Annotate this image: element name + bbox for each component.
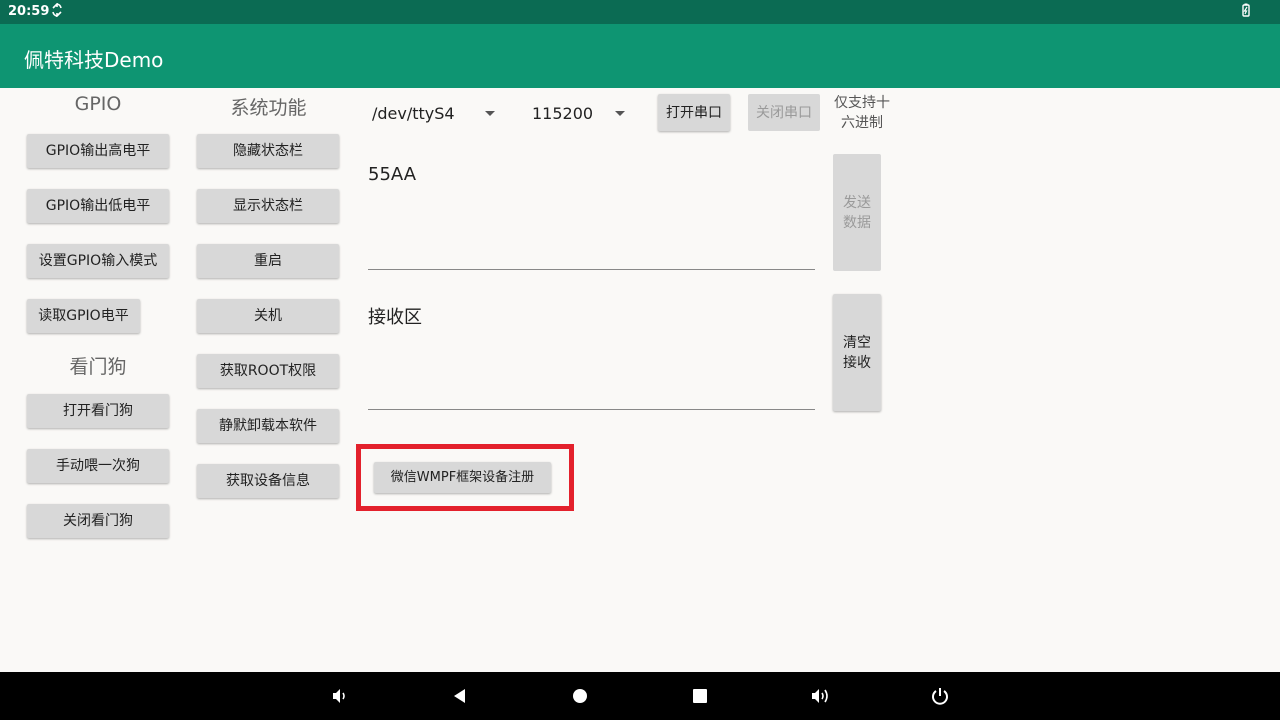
- sync-icon: [52, 2, 62, 21]
- watchdog-header: 看门狗: [69, 356, 127, 378]
- recents-icon[interactable]: [688, 684, 712, 708]
- wmpf-register-button[interactable]: 微信WMPF框架设备注册: [374, 462, 551, 493]
- back-icon[interactable]: [448, 684, 472, 708]
- chevron-down-icon[interactable]: [485, 111, 495, 116]
- navigation-bar: [0, 672, 1280, 720]
- status-bar: 20:59: [0, 0, 1280, 24]
- silent-uninstall-button[interactable]: 静默卸载本软件: [197, 409, 339, 443]
- close-port-button[interactable]: 关闭串口: [748, 94, 820, 131]
- hide-statusbar-button[interactable]: 隐藏状态栏: [197, 134, 339, 168]
- gpio-read-button[interactable]: 读取GPIO电平: [27, 299, 140, 333]
- device-info-button[interactable]: 获取设备信息: [197, 464, 339, 498]
- receive-area-text: 接收区: [368, 307, 422, 328]
- volume-up-icon[interactable]: [808, 684, 832, 708]
- open-port-button[interactable]: 打开串口: [658, 94, 730, 131]
- power-icon[interactable]: [928, 684, 952, 708]
- system-header: 系统功能: [230, 97, 307, 119]
- reboot-button[interactable]: 重启: [197, 244, 339, 278]
- get-root-button[interactable]: 获取ROOT权限: [197, 354, 339, 388]
- app-title: 佩特科技Demo: [24, 48, 164, 72]
- watchdog-open-button[interactable]: 打开看门狗: [27, 394, 169, 428]
- watchdog-close-button[interactable]: 关闭看门狗: [27, 504, 169, 538]
- app-bar: 佩特科技Demo: [0, 24, 1280, 88]
- home-icon[interactable]: [568, 684, 592, 708]
- battery-icon: [1241, 3, 1251, 21]
- gpio-input-mode-button[interactable]: 设置GPIO输入模式: [27, 244, 169, 278]
- clear-receive-button[interactable]: 清空接收: [833, 294, 881, 411]
- hex-only-hint: 仅支持十六进制: [834, 95, 890, 131]
- show-statusbar-button[interactable]: 显示状态栏: [197, 189, 339, 223]
- gpio-low-button[interactable]: GPIO输出低电平: [27, 189, 169, 223]
- send-data-input[interactable]: 55AA: [368, 160, 815, 270]
- volume-down-icon[interactable]: [328, 684, 352, 708]
- port-spinner[interactable]: /dev/ttyS4: [372, 104, 455, 123]
- receive-area: 接收区: [368, 299, 815, 410]
- gpio-high-button[interactable]: GPIO输出高电平: [27, 134, 169, 168]
- send-data-value: 55AA: [368, 164, 417, 185]
- watchdog-feed-button[interactable]: 手动喂一次狗: [27, 449, 169, 483]
- gpio-header: GPIO: [74, 93, 122, 115]
- chevron-down-icon[interactable]: [615, 111, 625, 116]
- status-time: 20:59: [8, 4, 50, 19]
- baud-spinner[interactable]: 115200: [532, 104, 593, 123]
- send-data-button[interactable]: 发送数据: [833, 154, 881, 271]
- shutdown-button[interactable]: 关机: [197, 299, 339, 333]
